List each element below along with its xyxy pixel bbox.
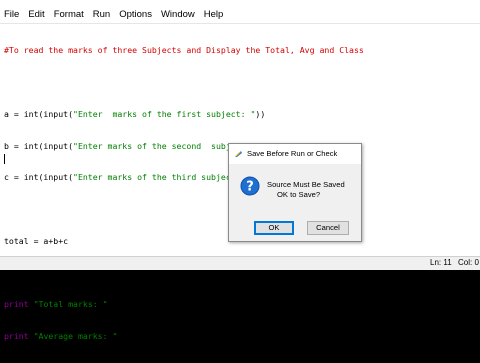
dialog-title-bar[interactable]: Save Before Run or Check bbox=[229, 144, 361, 164]
menu-edit[interactable]: Edit bbox=[28, 9, 44, 20]
code-comment-line: #To read the marks of three Subjects and… bbox=[4, 45, 364, 56]
text-caret bbox=[4, 154, 5, 164]
status-col: Col: 0 bbox=[458, 258, 479, 267]
menu-options[interactable]: Options bbox=[119, 9, 152, 20]
code-line-print-avg: print("Average marks: ",avg) bbox=[4, 331, 143, 342]
save-before-run-dialog: Save Before Run or Check ? Source Must B… bbox=[228, 143, 362, 242]
status-bar: Ln: 11 Col: 0 bbox=[0, 256, 480, 270]
dialog-title: Save Before Run or Check bbox=[247, 149, 338, 158]
cancel-button[interactable]: Cancel bbox=[307, 221, 349, 235]
dialog-message: Source Must Be Saved OK to Save? bbox=[267, 180, 357, 199]
menu-window[interactable]: Window bbox=[161, 9, 195, 20]
menu-file[interactable]: File bbox=[4, 9, 19, 20]
question-icon: ? bbox=[240, 176, 260, 196]
code-line-a: a = int(input("Enter marks of the first … bbox=[4, 108, 266, 119]
code-line-print-total: print("Total marks: ",total) bbox=[4, 299, 143, 310]
ok-button[interactable]: OK bbox=[254, 221, 294, 235]
dialog-message-line2: OK to Save? bbox=[277, 189, 321, 199]
menu-format[interactable]: Format bbox=[54, 9, 84, 20]
dialog-message-line1: Source Must Be Saved bbox=[267, 180, 345, 189]
dialog-body: ? Source Must Be Saved OK to Save? OK Ca… bbox=[229, 164, 361, 241]
svg-text:?: ? bbox=[246, 180, 254, 195]
status-line: Ln: 11 bbox=[430, 258, 452, 267]
app-feather-icon bbox=[235, 151, 242, 157]
menu-help[interactable]: Help bbox=[204, 9, 224, 20]
menu-bar: File Edit Format Run Options Window Help bbox=[0, 6, 480, 23]
menu-run[interactable]: Run bbox=[93, 9, 110, 20]
